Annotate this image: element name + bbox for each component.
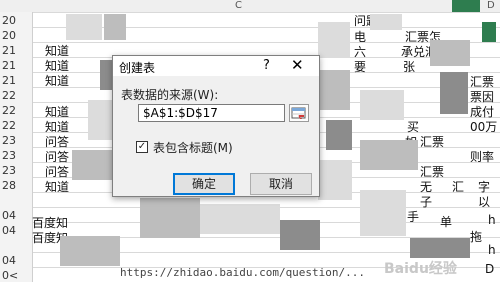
dialog-title: 创建表 — [119, 61, 156, 75]
has-header-checkbox[interactable]: ✓ — [136, 141, 148, 153]
mosaic-block — [200, 204, 280, 234]
mosaic-block — [410, 238, 470, 258]
mosaic-block — [66, 14, 102, 40]
column-header-d[interactable]: D — [487, 0, 495, 11]
row-number[interactable]: 21 — [0, 44, 32, 57]
row-number[interactable]: 23 — [0, 149, 32, 162]
row-number[interactable]: 04 — [0, 254, 32, 267]
mosaic-block — [360, 190, 406, 236]
cell-text[interactable]: 汇票 — [420, 133, 444, 150]
row-number[interactable]: 20 — [0, 29, 32, 42]
column-header-c[interactable]: C — [235, 0, 242, 11]
cell-text[interactable]: 则率 — [470, 148, 494, 165]
cell-text[interactable]: 以 — [478, 193, 490, 210]
row-number[interactable]: 22 — [0, 119, 32, 132]
cancel-button[interactable]: 取消 — [250, 173, 312, 195]
mosaic-block — [430, 40, 470, 66]
mosaic-block — [318, 22, 350, 58]
range-select-icon — [291, 107, 306, 119]
cell-text[interactable]: 拖 — [470, 228, 482, 245]
cell-text[interactable]: 子 — [420, 193, 432, 210]
watermark: Baidu经验 — [384, 261, 457, 277]
has-header-label[interactable]: 表包含标题(M) — [153, 139, 233, 156]
dialog-titlebar[interactable]: 创建表 ? ✕ — [113, 56, 319, 76]
cell-text[interactable]: h — [488, 243, 496, 257]
mosaic-block — [280, 220, 320, 250]
cell-text[interactable]: 要 — [354, 58, 366, 75]
row-number[interactable]: 23 — [0, 164, 32, 177]
mosaic-block — [326, 120, 352, 150]
mosaic-block — [440, 72, 468, 114]
cell-text[interactable]: D — [485, 262, 494, 276]
create-table-dialog: 创建表 ? ✕ 表数据的来源(W): ✓ 表包含标题(M) 确定 取消 — [112, 55, 320, 197]
cell-text[interactable]: 单 — [440, 213, 452, 230]
help-icon[interactable]: ? — [263, 58, 270, 73]
row-number[interactable]: 22 — [0, 89, 32, 102]
row-number[interactable]: 04 — [0, 209, 32, 222]
row-number[interactable]: 04 — [0, 224, 32, 237]
mosaic-block — [452, 0, 480, 12]
source-label: 表数据的来源(W): — [121, 88, 219, 102]
row-number[interactable]: 0< — [0, 269, 32, 282]
ok-button[interactable]: 确定 — [173, 173, 235, 195]
cell-text[interactable]: 知道 — [45, 72, 69, 89]
row-number[interactable]: 22 — [0, 104, 32, 117]
mosaic-block — [140, 198, 200, 238]
mosaic-block — [104, 14, 126, 40]
cell-text[interactable]: 00万 — [470, 118, 497, 135]
mosaic-block — [360, 90, 404, 120]
row-number-column: 20 20 21 21 21 22 22 22 23 23 23 28 04 0… — [0, 12, 33, 282]
mosaic-block — [482, 22, 496, 42]
mosaic-block — [100, 60, 112, 90]
mosaic-block — [320, 70, 350, 110]
collapse-dialog-button[interactable] — [289, 104, 309, 122]
mosaic-block — [88, 100, 112, 140]
close-icon[interactable]: ✕ — [291, 56, 304, 74]
range-input[interactable] — [138, 104, 285, 122]
row-number[interactable]: 21 — [0, 74, 32, 87]
row-number[interactable]: 23 — [0, 134, 32, 147]
row-number[interactable]: 20 — [0, 14, 32, 27]
url-cell[interactable]: https://zhidao.baidu.com/question/... — [120, 266, 365, 279]
cell-text[interactable]: 手 — [407, 208, 419, 225]
cell-text[interactable]: h — [488, 213, 496, 227]
row-number[interactable]: 28 — [0, 179, 32, 192]
mosaic-block — [370, 14, 402, 30]
cell-text[interactable]: 汇 — [452, 178, 464, 195]
row-number[interactable]: 21 — [0, 59, 32, 72]
mosaic-block — [60, 236, 120, 266]
mosaic-block — [360, 140, 418, 170]
mosaic-block — [318, 160, 352, 200]
mosaic-block — [72, 150, 112, 180]
cell-text[interactable]: 张 — [403, 58, 415, 75]
cell-text[interactable]: 知道 — [45, 178, 69, 195]
